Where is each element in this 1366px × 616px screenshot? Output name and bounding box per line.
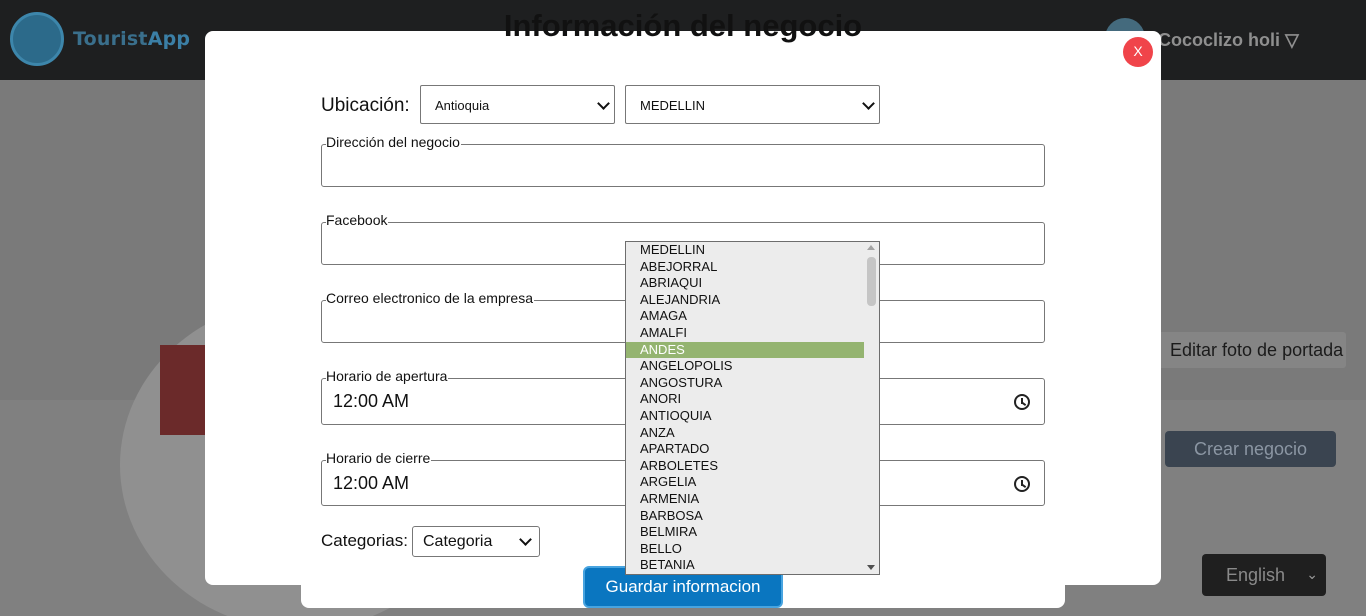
city-option[interactable]: BETANIA bbox=[626, 557, 865, 574]
chevron-down-icon bbox=[597, 97, 610, 110]
city-option[interactable]: ANGOSTURA bbox=[626, 375, 865, 392]
modal-title: Información del negocio bbox=[503, 8, 863, 43]
location-label: Ubicación: bbox=[321, 95, 410, 116]
city-option[interactable]: MEDELLIN bbox=[626, 242, 865, 259]
city-option[interactable]: ALEJANDRIA bbox=[626, 292, 865, 309]
edit-cover-photo-button[interactable]: Editar foto de portada bbox=[1148, 332, 1346, 368]
city-option[interactable]: BELLO bbox=[626, 541, 865, 558]
city-option[interactable]: APARTADO bbox=[626, 441, 865, 458]
city-option[interactable]: BARBOSA bbox=[626, 508, 865, 525]
create-business-button[interactable]: Crear negocio bbox=[1165, 431, 1336, 467]
department-select[interactable]: Antioquia bbox=[420, 85, 615, 124]
city-option[interactable]: AMAGA bbox=[626, 308, 865, 325]
clock-icon[interactable] bbox=[1014, 394, 1030, 410]
scroll-up-arrow-icon[interactable] bbox=[867, 245, 875, 250]
company-email-label: Correo electronico de la empresa bbox=[326, 290, 534, 306]
categories-label: Categorias: bbox=[321, 531, 408, 550]
city-option[interactable]: ABRIAQUI bbox=[626, 275, 865, 292]
city-option[interactable]: ARGELIA bbox=[626, 474, 865, 491]
city-option[interactable]: BELMIRA bbox=[626, 524, 865, 541]
closing-time-label: Horario de cierre bbox=[326, 450, 432, 466]
opening-time-value: 12:00 AM bbox=[333, 391, 410, 411]
city-option[interactable]: AMALFI bbox=[626, 325, 865, 342]
city-option-list: MEDELLIN ABEJORRAL ABRIAQUI ALEJANDRIA AMAGA… bbox=[626, 242, 865, 574]
city-option[interactable]: ARMENIA bbox=[626, 491, 865, 508]
opening-time-label: Horario de apertura bbox=[326, 368, 449, 384]
city-option[interactable]: ANZA bbox=[626, 425, 865, 442]
chevron-down-icon bbox=[862, 97, 875, 110]
chevron-down-icon: ⌄ bbox=[1306, 566, 1318, 582]
city-option[interactable]: ARBOLETES bbox=[626, 458, 865, 475]
language-select[interactable]: English ⌄ bbox=[1202, 554, 1326, 596]
close-button[interactable]: X bbox=[1123, 37, 1153, 67]
closing-time-value: 12:00 AM bbox=[333, 473, 410, 493]
clock-icon[interactable] bbox=[1014, 476, 1030, 492]
city-option[interactable]: ANDES bbox=[626, 341, 865, 359]
city-option[interactable]: ANORI bbox=[626, 391, 865, 408]
city-dropdown-list[interactable]: MEDELLIN ABEJORRAL ABRIAQUI ALEJANDRIA AMAGA… bbox=[625, 241, 880, 575]
facebook-label: Facebook bbox=[326, 212, 389, 228]
chevron-down-icon bbox=[519, 533, 532, 546]
scroll-down-arrow-icon[interactable] bbox=[867, 565, 875, 570]
city-option[interactable]: ABEJORRAL bbox=[626, 259, 865, 276]
city-option[interactable]: ANGELOPOLIS bbox=[626, 358, 865, 375]
address-field[interactable]: Dirección del negocio bbox=[321, 134, 1045, 187]
dropdown-scrollbar[interactable] bbox=[864, 242, 879, 574]
city-select[interactable]: MEDELLIN bbox=[625, 85, 880, 124]
city-option[interactable]: ANTIOQUIA bbox=[626, 408, 865, 425]
scrollbar-thumb[interactable] bbox=[867, 257, 876, 306]
address-label: Dirección del negocio bbox=[326, 134, 461, 150]
category-select[interactable]: Categoria bbox=[412, 526, 540, 557]
